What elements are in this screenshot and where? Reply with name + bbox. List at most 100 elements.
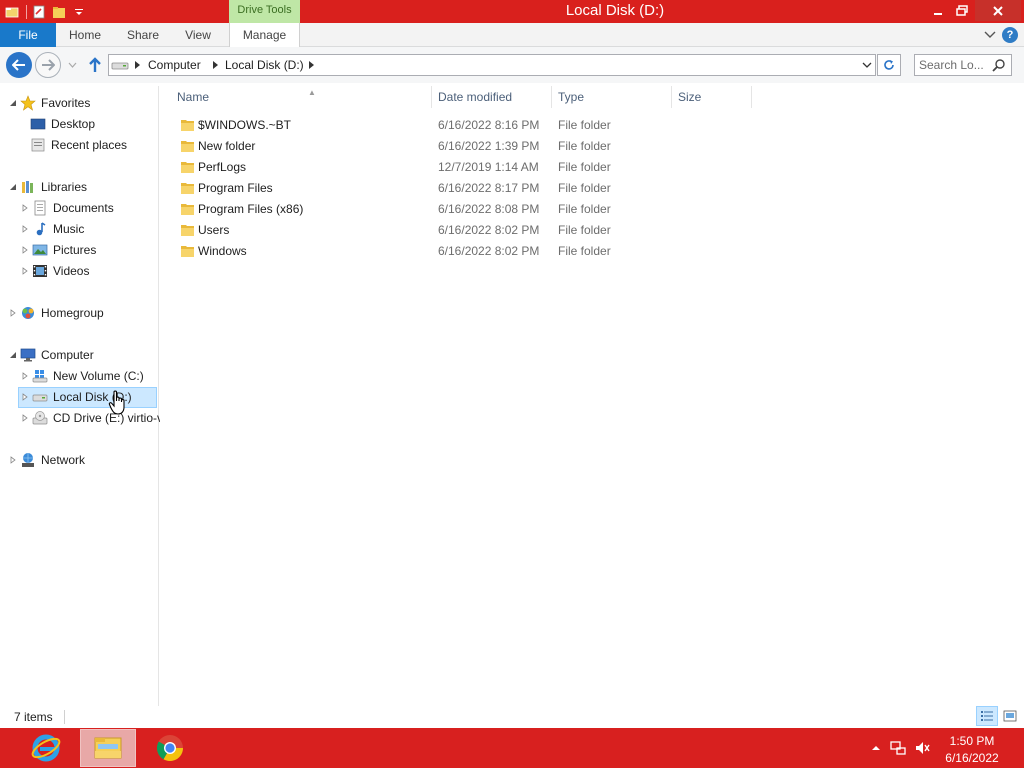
- nav-label: Videos: [53, 264, 90, 278]
- file-date-modified: 12/7/2019 1:14 AM: [438, 160, 539, 174]
- customize-toolbar-icon[interactable]: [71, 4, 87, 20]
- clock-date[interactable]: 6/16/2022: [942, 751, 1002, 765]
- file-row[interactable]: Users 6/16/2022 8:02 PM File folder: [176, 220, 636, 241]
- nav-libraries[interactable]: Libraries: [8, 177, 87, 197]
- file-type: File folder: [558, 202, 611, 216]
- expand-arrow-icon[interactable]: [8, 455, 18, 465]
- clock-time[interactable]: 1:50 PM: [942, 734, 1002, 748]
- column-header-size[interactable]: Size: [672, 86, 752, 108]
- new-folder-icon[interactable]: [51, 4, 67, 20]
- nav-desktop[interactable]: Desktop: [30, 114, 95, 134]
- expand-arrow-icon[interactable]: [20, 413, 30, 423]
- nav-music[interactable]: Music: [20, 219, 84, 239]
- status-separator: [64, 710, 65, 724]
- restore-button[interactable]: [950, 0, 974, 21]
- up-button[interactable]: [85, 55, 105, 75]
- breadcrumb-computer[interactable]: Computer: [148, 58, 201, 72]
- taskbar-chrome[interactable]: [142, 729, 198, 767]
- libraries-icon: [20, 179, 36, 195]
- tab-view[interactable]: View: [176, 23, 220, 47]
- forward-button[interactable]: [35, 52, 61, 78]
- expand-arrow-icon[interactable]: [8, 308, 18, 318]
- nav-new-volume-c[interactable]: New Volume (C:): [20, 366, 144, 386]
- search-box[interactable]: [914, 54, 1012, 76]
- recent-locations-button[interactable]: [66, 59, 78, 71]
- ribbon-tabs: File Home Share View Manage ?: [0, 23, 1024, 47]
- nav-label: Desktop: [51, 117, 96, 131]
- tab-manage[interactable]: Manage: [229, 23, 300, 47]
- expand-arrow-icon[interactable]: [20, 245, 30, 255]
- close-button[interactable]: [975, 0, 1021, 21]
- file-row[interactable]: $WINDOWS.~BT 6/16/2022 8:16 PM File fold…: [176, 115, 636, 136]
- file-row[interactable]: Program Files 6/16/2022 8:17 PM File fol…: [176, 178, 636, 199]
- taskbar-internet-explorer[interactable]: [18, 729, 74, 767]
- nav-videos[interactable]: Videos: [20, 261, 89, 281]
- folder-icon: [180, 139, 195, 156]
- file-row[interactable]: New folder 6/16/2022 1:39 PM File folder: [176, 136, 636, 157]
- drive-tools-context-label: Drive Tools: [229, 0, 300, 23]
- breadcrumb-separator[interactable]: [213, 61, 218, 69]
- nav-computer[interactable]: Computer: [8, 345, 94, 365]
- nav-documents[interactable]: Documents: [20, 198, 114, 218]
- column-header-date-modified[interactable]: Date modified: [432, 86, 552, 108]
- system-drive-icon: [32, 368, 48, 384]
- expand-arrow-icon[interactable]: [20, 224, 30, 234]
- help-icon[interactable]: ?: [1002, 27, 1018, 43]
- collapse-arrow-icon[interactable]: [8, 98, 18, 108]
- volume-muted-icon[interactable]: [914, 740, 930, 756]
- homegroup-icon: [20, 305, 36, 321]
- computer-icon: [20, 347, 36, 363]
- breadcrumb-separator[interactable]: [309, 61, 314, 69]
- details-view-button[interactable]: [976, 706, 998, 726]
- system-menu-icon[interactable]: [4, 4, 20, 20]
- large-icons-view-button[interactable]: [1000, 706, 1020, 726]
- chevron-down-icon: [68, 62, 76, 68]
- minimize-button[interactable]: [926, 0, 950, 21]
- nav-pictures[interactable]: Pictures: [20, 240, 96, 260]
- back-button[interactable]: [6, 52, 32, 78]
- expand-arrow-icon[interactable]: [20, 371, 30, 381]
- refresh-button[interactable]: [877, 54, 901, 76]
- file-date-modified: 6/16/2022 1:39 PM: [438, 139, 540, 153]
- column-header-name[interactable]: Name ▲: [171, 86, 432, 108]
- search-icon[interactable]: [992, 58, 1006, 75]
- address-dropdown-button[interactable]: [861, 58, 873, 72]
- column-header-label: Size: [678, 90, 702, 104]
- nav-recent-places[interactable]: Recent places: [30, 135, 127, 155]
- taskbar-file-explorer[interactable]: [80, 729, 136, 767]
- properties-icon[interactable]: [31, 4, 47, 20]
- expand-ribbon-button[interactable]: [982, 27, 998, 43]
- address-bar[interactable]: Computer Local Disk (D:): [108, 54, 876, 76]
- search-input[interactable]: [919, 57, 989, 73]
- file-type: File folder: [558, 139, 611, 153]
- breadcrumb-separator[interactable]: [135, 61, 140, 69]
- window-title: Local Disk (D:): [565, 2, 665, 19]
- nav-favorites[interactable]: Favorites: [8, 93, 90, 113]
- network-tray-icon[interactable]: [890, 740, 906, 756]
- status-bar: 7 items: [0, 706, 1024, 728]
- nav-label: Documents: [53, 201, 114, 215]
- nav-network[interactable]: Network: [8, 450, 85, 470]
- file-name: Windows: [198, 244, 247, 258]
- collapse-arrow-icon[interactable]: [8, 350, 18, 360]
- expand-arrow-icon[interactable]: [20, 392, 30, 402]
- file-row[interactable]: Program Files (x86) 6/16/2022 8:08 PM Fi…: [176, 199, 636, 220]
- file-row[interactable]: PerfLogs 12/7/2019 1:14 AM File folder: [176, 157, 636, 178]
- column-header-type[interactable]: Type: [552, 86, 672, 108]
- tab-home[interactable]: Home: [60, 23, 110, 47]
- refresh-icon: [884, 60, 894, 70]
- expand-arrow-icon[interactable]: [20, 266, 30, 276]
- file-type: File folder: [558, 181, 611, 195]
- expand-arrow-icon[interactable]: [20, 203, 30, 213]
- nav-homegroup[interactable]: Homegroup: [8, 303, 104, 323]
- nav-cd-drive-e[interactable]: CD Drive (E:) virtio-v: [20, 408, 163, 428]
- file-explorer-icon: [94, 737, 122, 759]
- breadcrumb-local-disk[interactable]: Local Disk (D:): [225, 58, 304, 72]
- file-row[interactable]: Windows 6/16/2022 8:02 PM File folder: [176, 241, 636, 262]
- drive-icon: [32, 389, 48, 405]
- show-hidden-icons-button[interactable]: [868, 740, 884, 756]
- collapse-arrow-icon[interactable]: [8, 182, 18, 192]
- file-type: File folder: [558, 118, 611, 132]
- tab-file[interactable]: File: [0, 23, 56, 47]
- tab-share[interactable]: Share: [118, 23, 168, 47]
